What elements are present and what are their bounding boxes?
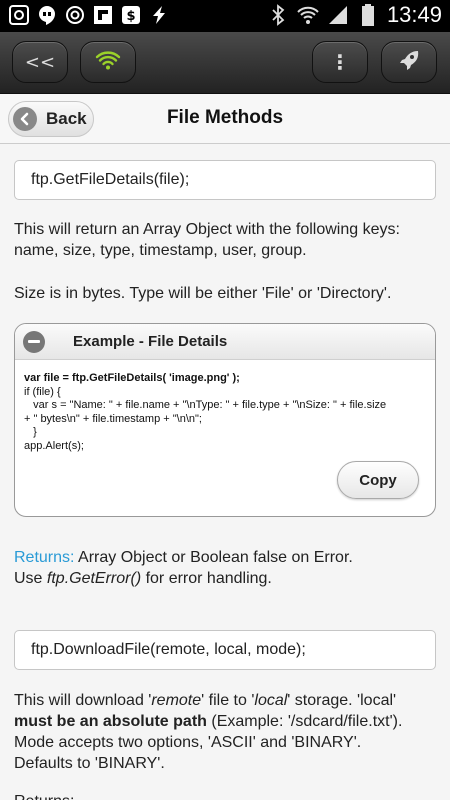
method-signature-downloadfile: ftp.DownloadFile(remote, local, mode); [14, 630, 436, 670]
returns-line: Returns: Array Object or Boolean false o… [14, 547, 440, 568]
text: ' storage. 'local' [287, 692, 397, 709]
use-suffix: for error handling. [141, 570, 272, 587]
download-line: must be an absolute path (Example: '/sdc… [14, 711, 440, 732]
rocket-icon [398, 49, 420, 75]
use-text: Use [14, 570, 47, 587]
returns-block: Returns: Array Object or Boolean false o… [14, 547, 440, 589]
wifi-icon [297, 4, 319, 26]
battery-icon [357, 4, 379, 26]
example-panel: Example - File Details var file = ftp.Ge… [14, 323, 436, 517]
toolbar-back-button[interactable]: << [12, 41, 68, 83]
system-icons: 13:49 [267, 2, 442, 28]
text: must be an absolute path [14, 713, 207, 730]
partial-next-text: Returns: ... [14, 791, 440, 800]
use-line: Use ftp.GetError() for error handling. [14, 568, 440, 589]
bolt-icon [148, 4, 170, 26]
text: local [254, 692, 288, 709]
download-line: Mode accepts two options, 'ASCII' and 'B… [14, 734, 362, 751]
signal-icon [327, 4, 349, 26]
toolbar-menu-button[interactable]: ⋮ [312, 41, 368, 83]
status-bar: $ 13:49 [0, 0, 450, 32]
code-line: var file = ftp.GetFileDetails( 'image.pn… [24, 372, 240, 384]
page-header: Back File Methods [0, 94, 450, 144]
download-line: Defaults to 'BINARY'. [14, 755, 165, 772]
pocket-icon [8, 4, 30, 26]
description-line: This will return an Array Object with th… [14, 221, 400, 238]
description-getfiledetails: This will return an Array Object with th… [14, 219, 440, 261]
app-toolbar: << ⋮ [0, 32, 450, 94]
text: (Example: '/sdcard/file.txt'). [206, 713, 403, 730]
hangouts-icon [36, 4, 58, 26]
svg-text:$: $ [126, 9, 135, 24]
example-title: Example - File Details [73, 333, 228, 350]
description-size: Size is in bytes. Type will be either 'F… [14, 285, 392, 302]
method-signature-getfiledetails: ftp.GetFileDetails(file); [14, 160, 436, 200]
toolbar-launch-button[interactable] [381, 41, 437, 83]
example-code: var file = ftp.GetFileDetails( 'image.pn… [24, 372, 430, 453]
text: ' file to ' [201, 692, 255, 709]
collapse-icon[interactable] [23, 330, 45, 353]
square-s-icon: $ [120, 4, 142, 26]
notification-icons: $ [8, 4, 170, 26]
example-header[interactable]: Example - File Details [15, 324, 435, 360]
text: remote [151, 692, 202, 709]
copy-button[interactable]: Copy [337, 461, 419, 499]
clock: 13:49 [386, 2, 442, 27]
description-downloadfile: This will download 'remote' file to 'loc… [14, 690, 440, 774]
use-method: ftp.GetError() [46, 570, 142, 587]
download-line: This will download 'remote' file to 'loc… [14, 690, 440, 711]
returns-text: Array Object or Boolean false on Error. [74, 549, 353, 566]
sync-icon [64, 4, 86, 26]
content-area[interactable]: ftp.GetFileDetails(file); This will retu… [0, 144, 450, 800]
description-line: name, size, type, timestamp, user, group… [14, 242, 307, 259]
toolbar-wifi-button[interactable] [80, 41, 136, 83]
wifi-icon [95, 50, 121, 74]
bluetooth-icon [267, 4, 289, 26]
code-body: if (file) { var s = "Name: " + file.name… [24, 385, 387, 452]
text: This will download ' [14, 692, 152, 709]
page-title: File Methods [166, 107, 284, 128]
returns-link[interactable]: Returns: [14, 549, 74, 566]
flipboard-icon [92, 4, 114, 26]
